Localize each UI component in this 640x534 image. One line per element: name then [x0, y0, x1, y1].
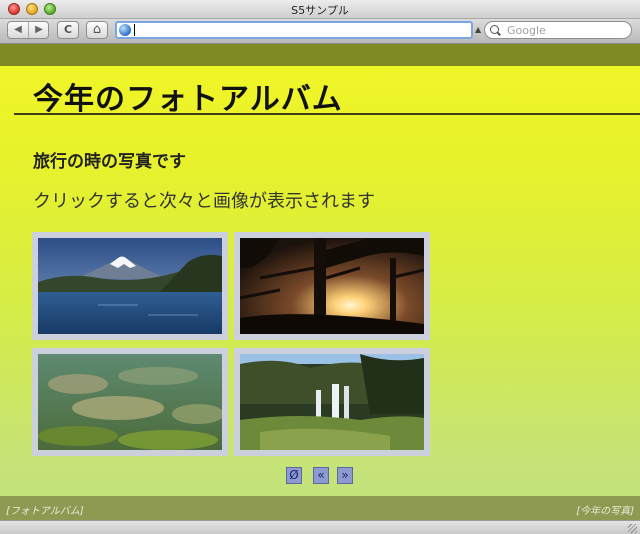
- photo-waterfall[interactable]: [234, 348, 430, 456]
- back-button[interactable]: ◀: [8, 22, 28, 38]
- photo-sunset-trees[interactable]: [234, 232, 430, 340]
- site-globe-icon: [119, 24, 131, 36]
- search-field[interactable]: [484, 21, 632, 39]
- footer-left-text: [フォトアルバム]: [6, 506, 84, 517]
- slide-footer: [フォトアルバム] [今年の写真]: [0, 496, 640, 520]
- resize-grip-icon[interactable]: [628, 524, 637, 533]
- forward-button[interactable]: ▶: [28, 22, 49, 38]
- slide-title: 今年のフォトアルバム: [33, 82, 343, 117]
- slide-subheading: 旅行の時の写真です: [33, 152, 186, 172]
- browser-toolbar: ◀ ▶ C ⌂ ▲: [0, 19, 640, 44]
- toggle-view-button[interactable]: Ø: [286, 467, 302, 484]
- search-input[interactable]: [507, 23, 625, 37]
- text-caret: [134, 24, 135, 36]
- clear-water-stream-photo-icon: [38, 354, 222, 450]
- photo-mount-fuji[interactable]: [32, 232, 228, 340]
- home-button[interactable]: ⌂: [86, 21, 108, 39]
- back-forward-control: ◀ ▶: [7, 21, 49, 39]
- window-titlebar: S5サンプル: [0, 0, 640, 19]
- url-dropdown-icon[interactable]: ▲: [475, 25, 481, 34]
- browser-status-bar: [0, 520, 640, 534]
- next-slide-button[interactable]: »: [337, 467, 353, 484]
- waterfall-forest-photo-icon: [240, 354, 424, 450]
- mount-fuji-lake-photo-icon: [38, 238, 222, 334]
- previous-slide-button[interactable]: «: [313, 467, 329, 484]
- slide-body-text: クリックすると次々と画像が表示されます: [33, 191, 375, 212]
- title-divider: [14, 113, 640, 115]
- page-viewport: 今年のフォトアルバム 旅行の時の写真です クリックすると次々と画像が表示されます: [0, 44, 640, 534]
- sunset-trees-photo-icon: [240, 238, 424, 334]
- photo-clear-stream[interactable]: [32, 348, 228, 456]
- footer-right-text: [今年の写真]: [576, 506, 634, 517]
- search-icon: [490, 25, 499, 34]
- slide-header-band: [0, 44, 640, 66]
- reload-button[interactable]: C: [57, 21, 79, 39]
- window-title: S5サンプル: [291, 4, 349, 17]
- address-bar[interactable]: [115, 21, 473, 39]
- photo-gallery: [32, 232, 430, 458]
